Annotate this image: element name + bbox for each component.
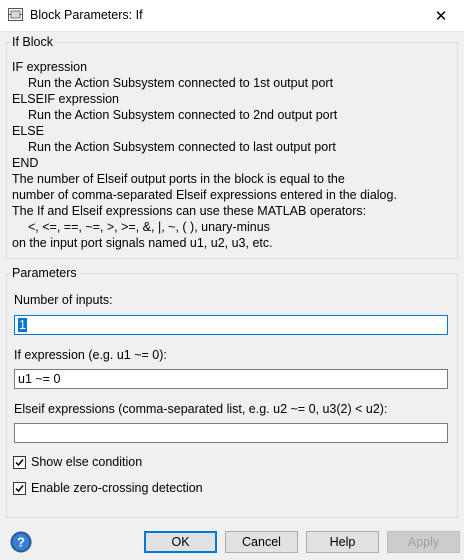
if-block-legend: If Block	[12, 35, 53, 49]
if-expression-label: If expression (e.g. u1 ~= 0):	[14, 348, 167, 362]
simulink-block-icon	[8, 8, 23, 21]
desc-line: IF expression	[12, 60, 88, 74]
num-inputs-field[interactable]: 1	[14, 315, 448, 335]
desc-line: ELSE	[12, 124, 44, 138]
desc-line: number of comma-separated Elseif express…	[12, 188, 397, 202]
window-title: Block Parameters: If	[30, 8, 143, 22]
zero-crossing-label[interactable]: Enable zero-crossing detection	[31, 481, 203, 495]
cancel-button[interactable]: Cancel	[225, 531, 298, 553]
svg-text:?: ?	[17, 535, 25, 550]
desc-line: Run the Action Subsystem connected to 1s…	[28, 76, 334, 90]
desc-line: END	[12, 156, 39, 170]
desc-line: The number of Elseif output ports in the…	[12, 172, 345, 186]
close-button[interactable]: ✕	[418, 0, 464, 31]
desc-line: <, <=, ==, ~=, >, >=, &, |, ~, ( ), unar…	[28, 220, 270, 234]
checkmark-icon	[15, 485, 24, 493]
show-else-checkbox[interactable]	[13, 456, 26, 469]
checkmark-icon	[15, 459, 24, 467]
desc-line: The If and Elseif expressions can use th…	[12, 204, 367, 218]
ok-button[interactable]: OK	[144, 531, 217, 553]
help-button[interactable]: Help	[306, 531, 379, 553]
apply-button[interactable]: Apply	[387, 531, 460, 553]
desc-line: ELSEIF expression	[12, 92, 119, 106]
elseif-expressions-field[interactable]	[14, 423, 448, 443]
desc-line: Run the Action Subsystem connected to la…	[28, 140, 336, 154]
num-inputs-value: 1	[18, 318, 27, 332]
if-expression-field[interactable]: u1 ~= 0	[14, 369, 448, 389]
parameters-legend: Parameters	[12, 266, 77, 280]
num-inputs-label: Number of inputs:	[14, 293, 113, 307]
show-else-label[interactable]: Show else condition	[31, 455, 142, 469]
close-icon: ✕	[434, 7, 448, 25]
desc-line: Run the Action Subsystem connected to 2n…	[28, 108, 338, 122]
elseif-expressions-label: Elseif expressions (comma-separated list…	[14, 402, 388, 416]
desc-line: on the input port signals named u1, u2, …	[12, 236, 273, 250]
zero-crossing-checkbox[interactable]	[13, 482, 26, 495]
help-question-icon[interactable]: ?	[10, 531, 32, 553]
if-expression-value: u1 ~= 0	[18, 372, 61, 386]
title-bar: Block Parameters: If ✕	[0, 0, 464, 32]
